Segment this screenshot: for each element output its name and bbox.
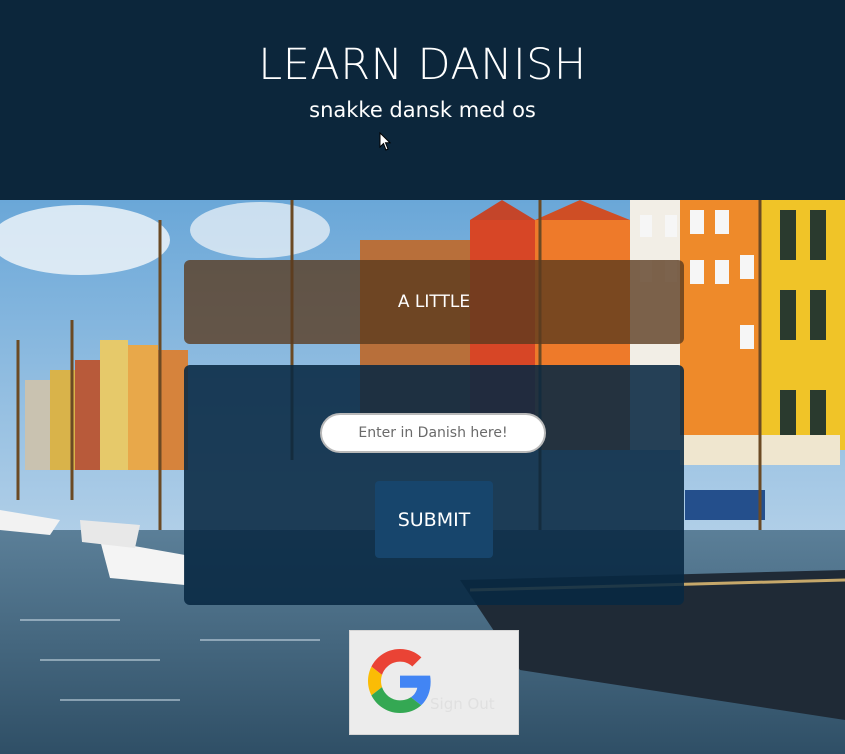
- submit-button[interactable]: SUBMIT: [375, 481, 493, 558]
- word-prompt-text: A LITTLE: [397, 292, 471, 312]
- word-prompt-card: A LITTLE: [184, 260, 684, 344]
- page-title: LEARN DANISH: [258, 40, 587, 90]
- mouse-cursor-icon: [379, 132, 392, 151]
- answer-panel: SUBMIT: [184, 365, 684, 605]
- google-signout-button[interactable]: Sign Out: [349, 630, 519, 735]
- danish-answer-input[interactable]: [320, 413, 546, 453]
- google-logo-icon: [368, 649, 431, 713]
- page-subtitle: snakke dansk med os: [309, 98, 536, 122]
- app-header: LEARN DANISH snakke dansk med os: [0, 0, 845, 200]
- signout-label: Sign Out: [430, 695, 495, 713]
